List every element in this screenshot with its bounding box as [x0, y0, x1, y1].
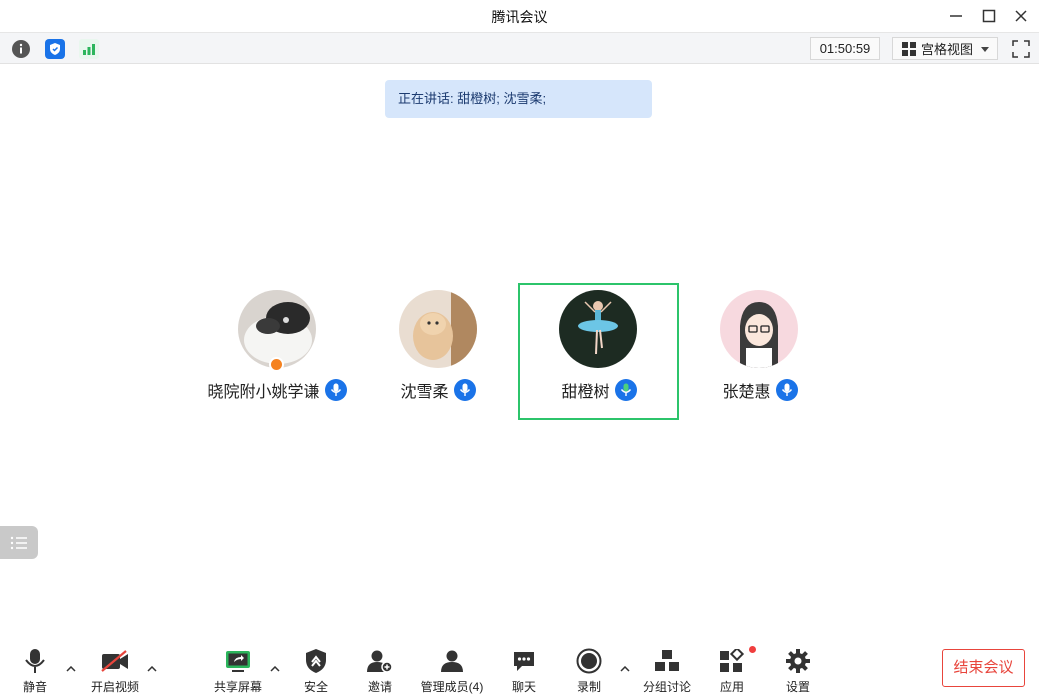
list-icon [10, 536, 27, 549]
chevron-up-icon [270, 666, 280, 672]
host-badge [269, 357, 284, 372]
participant-name: 甜橙树 [561, 384, 610, 401]
breakout-rooms-button[interactable]: 分组讨论 [640, 636, 694, 696]
ballerina-avatar-image [559, 290, 637, 368]
shield-icon [45, 39, 65, 59]
chevron-up-icon [620, 666, 630, 672]
participant-name-row: 张楚惠 [680, 378, 840, 402]
start-video-label: 开启视频 [90, 680, 139, 694]
avatar [720, 290, 798, 368]
meeting-toolbar: 01:50:59 宫格视图 [0, 32, 1039, 64]
kitten-avatar-image [399, 290, 477, 368]
end-meeting-button[interactable]: 结束会议 [942, 649, 1025, 687]
video-options-chevron[interactable] [145, 662, 159, 676]
close-icon [1015, 10, 1027, 22]
video-off-icon [101, 650, 128, 672]
participant-name-row: 晓院附小姚学谦 [197, 378, 357, 402]
record-icon [576, 648, 602, 674]
chat-button[interactable]: 聊天 [504, 636, 544, 696]
mic-on-icon [775, 379, 798, 401]
add-user-icon [367, 650, 393, 673]
view-mode-label: 宫格视图 [921, 42, 974, 57]
participant-name: 张楚惠 [722, 384, 771, 401]
bottom-control-bar: 静音 开启视频 共享屏幕 安全 邀请 管理成员(4) 聊天 录制 分组讨论 应用… [0, 636, 1039, 696]
share-screen-button[interactable]: 共享屏幕 [210, 636, 266, 696]
girl-avatar-image [720, 290, 798, 368]
title-bar: 腾讯会议 [0, 0, 1039, 32]
apps-notification-dot [749, 646, 756, 653]
maximize-button[interactable] [977, 4, 1001, 28]
invite-button[interactable]: 邀请 [360, 636, 400, 696]
record-options-chevron[interactable] [618, 662, 632, 676]
invite-label: 邀请 [367, 680, 392, 694]
side-list-toggle[interactable] [0, 526, 38, 559]
grid-view-icon [902, 41, 916, 56]
share-screen-label: 共享屏幕 [213, 680, 262, 694]
participant-name: 沈雪柔 [400, 384, 449, 401]
info-button[interactable] [10, 38, 32, 60]
audio-options-chevron[interactable] [64, 662, 78, 676]
network-status-button[interactable] [78, 38, 100, 60]
security-status-button[interactable] [44, 38, 66, 60]
mic-on-icon [453, 379, 476, 401]
mic-speaking-icon [614, 379, 637, 401]
mute-label: 静音 [22, 680, 47, 694]
speaking-banner: 正在讲话: 甜橙树; 沈雪柔; [385, 80, 652, 118]
share-screen-icon [226, 651, 250, 672]
window-title: 腾讯会议 [491, 9, 548, 25]
participant-name-row: 甜橙树 [519, 378, 679, 402]
info-icon [12, 40, 30, 58]
chevron-down-icon [981, 47, 989, 52]
chevron-up-icon [66, 666, 76, 672]
fullscreen-button[interactable] [1011, 39, 1031, 59]
maximize-icon [982, 9, 996, 23]
view-mode-dropdown[interactable]: 宫格视图 [892, 37, 998, 60]
avatar [399, 290, 477, 368]
participant-name-row: 沈雪柔 [358, 378, 518, 402]
record-label: 录制 [576, 680, 601, 694]
chat-label: 聊天 [511, 680, 536, 694]
signal-icon [79, 39, 99, 59]
participant-name: 晓院附小姚学谦 [207, 384, 320, 401]
apps-button[interactable]: 应用 [712, 636, 752, 696]
breakout-icon [655, 650, 679, 671]
manage-members-label: 管理成员(4) [420, 680, 484, 694]
gear-icon [786, 649, 810, 673]
meeting-timer: 01:50:59 [810, 37, 880, 60]
settings-label: 设置 [785, 680, 810, 694]
chat-icon [514, 652, 534, 671]
chevron-up-icon [147, 666, 157, 672]
security-label: 安全 [303, 680, 328, 694]
members-icon [441, 650, 463, 672]
close-button[interactable] [1009, 4, 1033, 28]
apps-label: 应用 [719, 680, 744, 694]
settings-button[interactable]: 设置 [778, 636, 818, 696]
share-options-chevron[interactable] [268, 662, 282, 676]
record-button[interactable]: 录制 [569, 636, 609, 696]
mute-button[interactable]: 静音 [14, 636, 56, 696]
minimize-icon [950, 15, 962, 17]
microphone-icon [25, 649, 45, 673]
manage-members-button[interactable]: 管理成员(4) [416, 636, 488, 696]
start-video-button[interactable]: 开启视频 [86, 636, 144, 696]
breakout-rooms-label: 分组讨论 [642, 680, 691, 694]
shield-icon [306, 649, 326, 673]
avatar [559, 290, 637, 368]
mic-on-icon [324, 379, 347, 401]
fullscreen-icon [1012, 40, 1030, 58]
minimize-button[interactable] [944, 4, 968, 28]
security-button[interactable]: 安全 [296, 636, 336, 696]
apps-icon [720, 649, 745, 672]
